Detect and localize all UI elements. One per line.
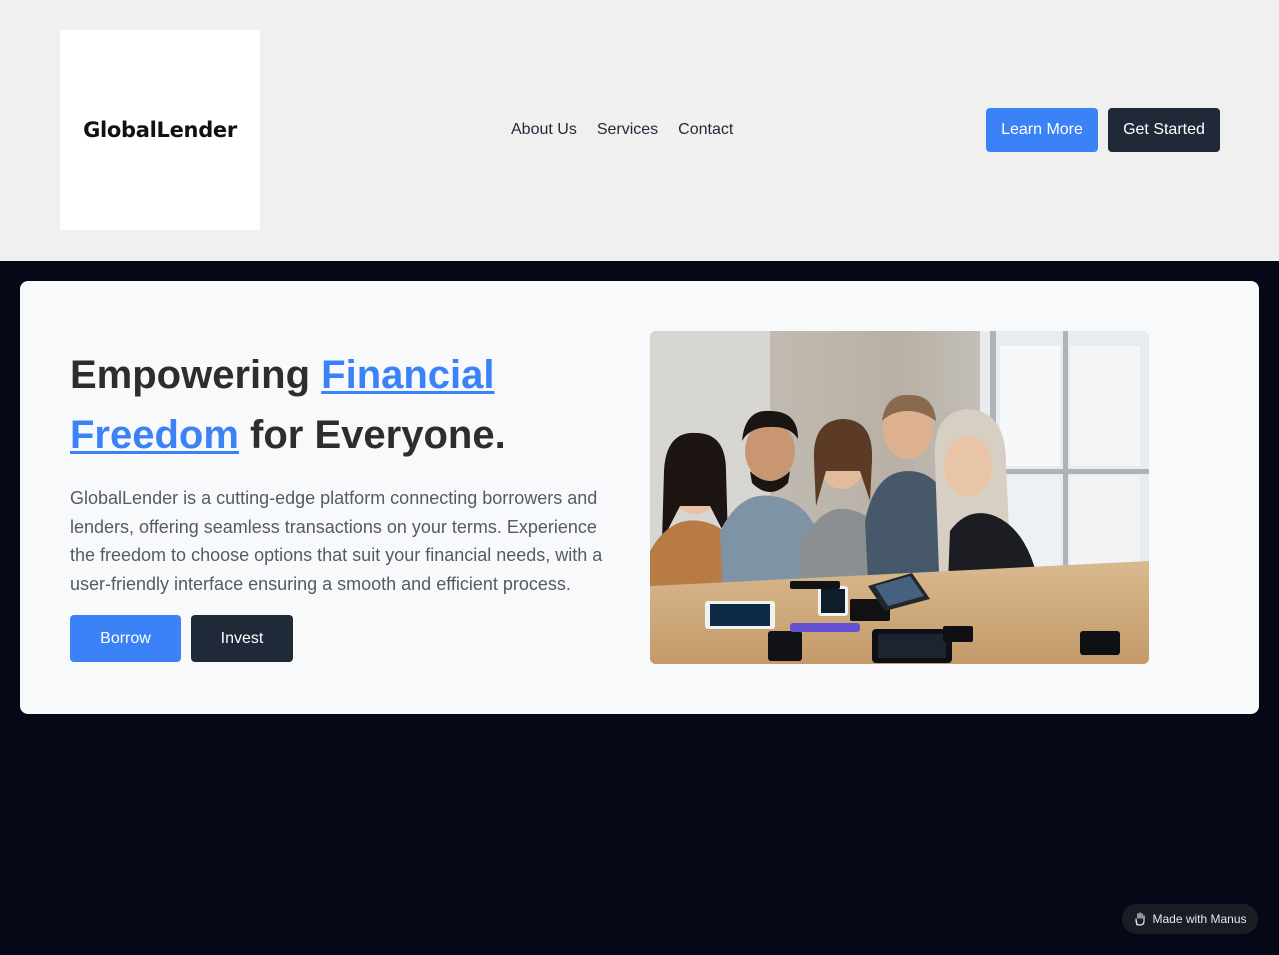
- site-header: GlobalLender About Us Services Contact L…: [0, 0, 1279, 261]
- group-using-devices-illustration: [650, 331, 1149, 664]
- invest-button[interactable]: Invest: [191, 615, 293, 662]
- hero-description: GlobalLender is a cutting-edge platform …: [70, 488, 603, 594]
- logo[interactable]: GlobalLender: [60, 30, 260, 230]
- hero-section: Empowering Financial Freedom for Everyon…: [20, 281, 1259, 714]
- manus-hand-icon: [1135, 912, 1146, 926]
- borrow-button[interactable]: Borrow: [70, 615, 181, 662]
- logo-text: GlobalLender: [83, 118, 237, 142]
- hero-title-part2: for Everyone.: [238, 413, 506, 457]
- learn-more-button[interactable]: Learn More: [986, 108, 1098, 152]
- hero-title: Empowering Financial Freedom for Everyon…: [70, 345, 630, 465]
- made-with-manus-label: Made with Manus: [1152, 912, 1247, 926]
- get-started-button[interactable]: Get Started: [1108, 108, 1220, 152]
- made-with-manus-badge[interactable]: Made with Manus: [1122, 904, 1258, 934]
- nav-link-contact[interactable]: Contact: [678, 121, 733, 139]
- nav-link-services[interactable]: Services: [597, 121, 658, 139]
- hero-photo: [650, 331, 1149, 664]
- hero-title-part1: Empowering: [70, 353, 322, 397]
- nav-link-about-us[interactable]: About Us: [511, 121, 577, 139]
- main-nav: About Us Services Contact: [511, 119, 733, 141]
